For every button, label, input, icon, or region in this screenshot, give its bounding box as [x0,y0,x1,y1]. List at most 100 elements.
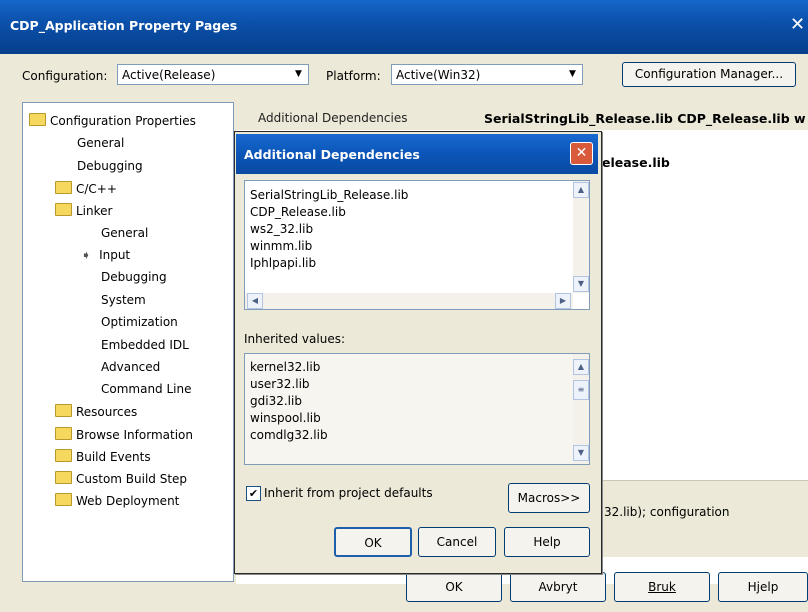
platform-select[interactable]: Active(Win32) ▼ [391,64,583,85]
dependency-line: Iphlpapi.lib [250,256,317,270]
description-text: 32.lib); configuration [604,505,730,519]
dependency-line: ws2_32.lib [250,222,314,236]
tree-item-label: Command Line [101,382,192,396]
configuration-manager-button[interactable]: Configuration Manager... [622,62,796,87]
window-close-icon[interactable]: ✕ [790,14,805,35]
tree-item-label: Input [99,248,131,262]
tree-item-cpp[interactable]: C/C++ [55,181,117,196]
tree-item-input[interactable]: ➧ Input [81,248,130,262]
inherited-values-label: Inherited values: [244,332,345,346]
platform-value: Active(Win32) [396,68,481,82]
grid-row-additional-dependencies[interactable]: Additional Dependencies SerialStringLib_… [236,108,808,131]
dialog-help-button[interactable]: Help [504,527,590,557]
property-tree[interactable]: Configuration Properties General Debuggi… [22,102,234,582]
tree-item-build-events[interactable]: Build Events [55,449,151,464]
grid-row-value: SerialStringLib_Release.lib CDP_Release.… [484,111,806,126]
scroll-up-icon[interactable]: ▲ [573,359,589,375]
configuration-label: Configuration: [22,69,108,83]
folder-icon [55,449,72,462]
scroll-right-icon[interactable]: ▶ [555,293,571,309]
scroll-down-icon[interactable]: ▼ [573,276,589,292]
tree-item-label: Web Deployment [76,494,180,508]
folder-icon [55,427,72,440]
tree-item-command-line[interactable]: Command Line [101,382,192,396]
tree-item-system[interactable]: System [101,293,146,307]
folder-open-icon [55,203,72,216]
window-title-bar: CDP_Application Property Pages ✕ [0,0,808,54]
tree-item-label: C/C++ [76,182,117,196]
description-panel: 32.lib); configuration [590,480,808,557]
inherited-line: winspool.lib [250,411,321,425]
tree-item-linker[interactable]: Linker [55,203,112,218]
chevron-down-icon[interactable]: ▼ [565,67,580,82]
tree-item-label: Optimization [101,315,178,329]
help-button[interactable]: Hjelp [718,572,808,602]
dialog-ok-button[interactable]: OK [334,527,412,557]
folder-icon [55,493,72,506]
tree-item-advanced[interactable]: Advanced [101,360,160,374]
inherited-line: gdi32.lib [250,394,302,408]
vertical-scrollbar[interactable]: ▲ ≡ ▼ [573,354,589,464]
chevron-down-icon[interactable]: ▼ [291,67,306,82]
tree-item-configuration-properties[interactable]: Configuration Properties [29,113,196,128]
dependency-line: winmm.lib [250,239,313,253]
dialog-cancel-button[interactable]: Cancel [418,527,496,557]
apply-button[interactable]: Bruk [614,572,710,602]
tree-item-linker-debugging[interactable]: Debugging [101,270,167,284]
tree-item-label: System [101,293,146,307]
tree-item-label: Custom Build Step [76,472,188,486]
folder-icon [55,181,72,194]
macros-button[interactable]: Macros>> [508,483,590,513]
arrow-right-icon: ➧ [81,248,92,262]
dialog-title-bar: Additional Dependencies ✕ [236,134,598,174]
tree-item-optimization[interactable]: Optimization [101,315,178,329]
folder-icon [55,404,72,417]
ok-button[interactable]: OK [406,572,502,602]
tree-item-embedded-idl[interactable]: Embedded IDL [101,338,189,352]
dependency-line: CDP_Release.lib [250,205,346,219]
tree-item-label: Browse Information [76,428,193,442]
inherited-line: kernel32.lib [250,360,321,374]
dialog-title: Additional Dependencies [244,147,420,162]
tree-item-label: Build Events [76,450,151,464]
cancel-button[interactable]: Avbryt [510,572,606,602]
tree-item-label: Resources [76,405,138,419]
inherit-checkbox-label[interactable]: Inherit from project defaults [264,486,433,500]
tree-item-browse-information[interactable]: Browse Information [55,427,193,442]
inherit-checkbox[interactable]: ✔ [246,486,261,501]
tree-item-label: Advanced [101,360,161,374]
dependency-line: SerialStringLib_Release.lib [250,188,409,202]
folder-open-icon [29,113,46,126]
vertical-scrollbar[interactable]: ▲ ▼ [573,181,589,293]
tree-item-web-deployment[interactable]: Web Deployment [55,493,179,508]
window-title: CDP_Application Property Pages [10,18,238,33]
tree-item-debugging[interactable]: Debugging [77,159,143,173]
scroll-up-icon[interactable]: ▲ [573,182,589,198]
tree-item-general[interactable]: General [77,136,124,150]
tree-item-custom-build-step[interactable]: Custom Build Step [55,471,187,486]
tree-item-label: Debugging [77,159,143,173]
grid-row-value: elease.lib [602,155,670,170]
tree-item-label: Embedded IDL [101,338,189,352]
scroll-down-icon[interactable]: ▼ [573,445,589,461]
tree-item-label: General [101,226,149,240]
tree-item-label: Configuration Properties [50,114,196,128]
configuration-value: Active(Release) [122,68,216,82]
scroll-left-icon[interactable]: ◀ [247,293,263,309]
tree-item-label: Debugging [101,270,167,284]
inherited-line: comdlg32.lib [250,428,328,442]
folder-icon [55,471,72,484]
inherited-line: user32.lib [250,377,310,391]
inherited-values-list[interactable]: kernel32.lib user32.lib gdi32.lib winspo… [244,353,590,465]
grid-row-name: Additional Dependencies [258,111,408,125]
tree-item-label: General [77,136,125,150]
platform-label: Platform: [326,69,381,83]
scroll-thumb[interactable]: ≡ [573,380,589,400]
horizontal-scrollbar[interactable]: ◀ ▶ [245,293,573,309]
configuration-select[interactable]: Active(Release) ▼ [117,64,309,85]
tree-item-label: Linker [76,204,113,218]
tree-item-linker-general[interactable]: General [101,226,148,240]
dependencies-textarea[interactable]: SerialStringLib_Release.lib CDP_Release.… [244,180,590,310]
dialog-close-icon[interactable]: ✕ [570,142,593,165]
tree-item-resources[interactable]: Resources [55,404,137,419]
